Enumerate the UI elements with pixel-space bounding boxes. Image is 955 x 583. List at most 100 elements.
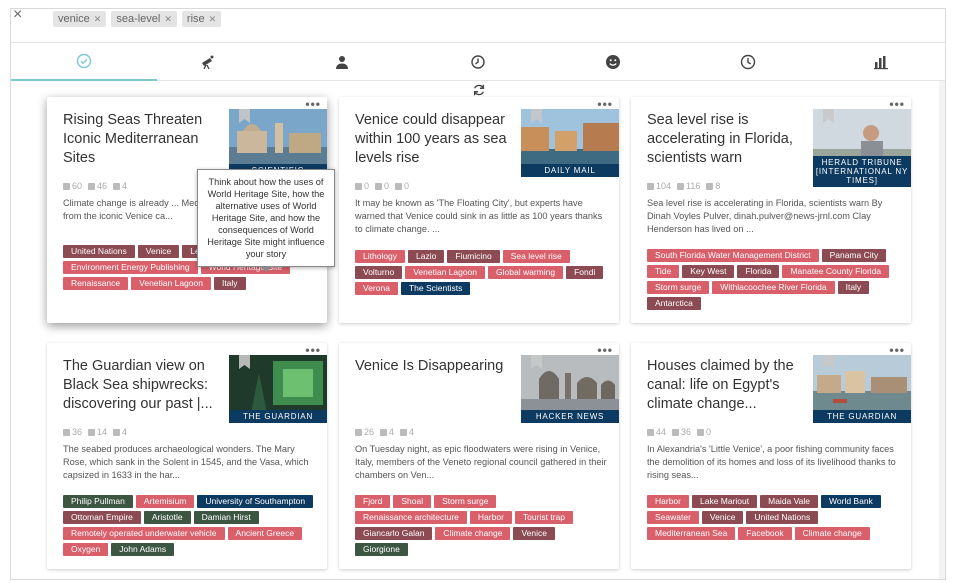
article-title[interactable]: Venice Is Disappearing <box>355 357 515 376</box>
tag[interactable]: Damian Hirst <box>193 511 259 524</box>
shares-count: 0 <box>375 181 389 191</box>
tag[interactable]: Renaissance <box>63 277 129 290</box>
article-card[interactable]: ••• Sea level rise is accelerating in Fl… <box>631 97 911 323</box>
tag[interactable]: Facebook <box>738 527 792 540</box>
engagement-stats: 36 14 4 <box>63 427 127 437</box>
article-title[interactable]: Rising Seas Threaten Iconic Mediterranea… <box>63 111 223 168</box>
tag[interactable]: United Nations <box>746 511 819 524</box>
tag[interactable]: Panama City <box>821 249 887 262</box>
tag[interactable]: Venetian Lagoon <box>405 266 486 279</box>
tag[interactable]: World Bank <box>821 495 881 508</box>
tag[interactable]: Lazio <box>408 250 445 263</box>
article-thumbnail[interactable]: HACKER NEWS <box>521 355 619 423</box>
article-thumbnail[interactable]: DAILY MAIL <box>521 109 619 177</box>
refresh-icon[interactable] <box>472 83 486 97</box>
tag[interactable]: Renaissance architecture <box>355 511 467 524</box>
search-chip[interactable]: venice ✕ <box>53 11 107 27</box>
tab-person[interactable] <box>269 43 415 81</box>
article-card[interactable]: ••• Venice could disappear within 100 ye… <box>339 97 619 323</box>
article-description: The seabed produces archaeological wonde… <box>63 444 309 480</box>
tag[interactable]: Florida <box>737 265 780 278</box>
chip-remove-icon[interactable]: ✕ <box>209 14 217 25</box>
tag[interactable]: Fjord <box>355 495 391 508</box>
tab-stats[interactable] <box>808 43 945 81</box>
chip-label: sea-level <box>116 13 161 25</box>
tab-sentiment[interactable] <box>540 43 686 81</box>
shares-count: 4 <box>380 427 394 437</box>
tag[interactable]: Maida Vale <box>760 495 819 508</box>
tab-history[interactable] <box>405 43 551 81</box>
telescope-icon <box>202 55 214 70</box>
tag[interactable]: Climate change <box>435 527 511 540</box>
tag[interactable]: United Nations <box>63 245 135 258</box>
tag[interactable]: Philip Pullman <box>63 495 133 508</box>
tag[interactable]: Artemisium <box>135 495 195 508</box>
tag[interactable]: Manatee County Florida <box>782 265 890 278</box>
tag[interactable]: Fondi <box>566 266 604 279</box>
article-title[interactable]: Venice could disappear within 100 years … <box>355 111 515 168</box>
tag[interactable]: Venice <box>137 245 180 258</box>
tab-clock[interactable] <box>675 43 821 81</box>
tag[interactable]: Seawater <box>647 511 699 524</box>
engagement-stats: 44 36 0 <box>647 427 711 437</box>
article-thumbnail[interactable]: HERALD TRIBUNE [INTERNATIONAL NY TIMES] <box>813 109 911 187</box>
tag[interactable]: Oxygen <box>63 543 109 556</box>
tag[interactable]: Global warming <box>488 266 564 279</box>
tag[interactable]: Lake Mariout <box>691 495 758 508</box>
tag[interactable]: Antarctica <box>647 297 701 310</box>
likes-count: 44 <box>647 427 666 437</box>
tag[interactable]: Shoal <box>393 495 432 508</box>
tag[interactable]: Giancarlo Galan <box>355 527 433 540</box>
tag[interactable]: Storm surge <box>434 495 497 508</box>
tag[interactable]: Fiumicino <box>447 250 500 263</box>
chip-label: venice <box>58 13 90 25</box>
tag[interactable]: Volturno <box>355 266 403 279</box>
article-thumbnail[interactable]: THE GUARDIAN <box>813 355 911 423</box>
share-icon <box>375 183 383 190</box>
tag[interactable]: The Scientists <box>400 282 471 295</box>
comments-count: 4 <box>400 427 414 437</box>
tag[interactable]: Ottoman Empire <box>63 511 141 524</box>
tag[interactable]: Venice <box>701 511 744 524</box>
tab-telescope[interactable] <box>134 43 280 81</box>
tag[interactable]: Lithology <box>355 250 406 263</box>
tag[interactable]: Venice <box>513 527 556 540</box>
tag[interactable]: Withlacoochee River Florida <box>712 281 835 294</box>
tag[interactable]: Mediterranean Sea <box>647 527 736 540</box>
article-title[interactable]: Houses claimed by the canal: life on Egy… <box>647 357 807 414</box>
tag[interactable]: Italy <box>213 277 246 290</box>
tag[interactable]: Tide <box>647 265 680 278</box>
search-chip[interactable]: rise ✕ <box>181 11 222 27</box>
article-card[interactable]: ••• The Guardian view on Black Sea shipw… <box>47 343 327 569</box>
article-card[interactable]: ••• Houses claimed by the canal: life on… <box>631 343 911 569</box>
tag[interactable]: Sea level rise <box>502 250 570 263</box>
tag[interactable]: University of Southampton <box>197 495 314 508</box>
tag[interactable]: Harbor <box>469 511 512 524</box>
tag[interactable]: Aristotle <box>143 511 191 524</box>
tag[interactable]: Italy <box>837 281 870 294</box>
article-card[interactable]: ••• Venice Is Disappearing HACKER NEWS 2… <box>339 343 619 569</box>
tag[interactable]: Key West <box>682 265 735 278</box>
chip-remove-icon[interactable]: ✕ <box>164 14 172 25</box>
tag[interactable]: John Adams <box>111 543 175 556</box>
tag[interactable]: Giorgione <box>355 543 408 556</box>
tag[interactable]: Verona <box>355 282 398 295</box>
tag[interactable]: Venetian Lagoon <box>131 277 211 290</box>
tag[interactable]: Harbor <box>647 495 689 508</box>
article-title[interactable]: Sea level rise is accelerating in Florid… <box>647 111 807 168</box>
tag[interactable]: South Florida Water Management District <box>647 249 819 262</box>
tag[interactable]: Climate change <box>794 527 870 540</box>
tag[interactable]: Tourist trap <box>514 511 573 524</box>
article-title[interactable]: The Guardian view on Black Sea shipwreck… <box>63 357 223 414</box>
chip-remove-icon[interactable]: ✕ <box>94 14 102 25</box>
tag[interactable]: Remotely operated underwater vehicle <box>63 527 225 540</box>
article-thumbnail[interactable]: SCIENTIFIC <box>229 109 327 177</box>
tag[interactable]: Storm surge <box>647 281 710 294</box>
close-icon[interactable]: × <box>13 9 22 23</box>
scrollbar[interactable] <box>939 81 945 579</box>
comments-count: 4 <box>113 427 127 437</box>
search-chip[interactable]: sea-level ✕ <box>111 11 177 27</box>
tag[interactable]: Ancient Greece <box>227 527 303 540</box>
article-thumbnail[interactable]: THE GUARDIAN <box>229 355 327 423</box>
tag[interactable]: Environment Energy Publishing <box>63 261 198 274</box>
